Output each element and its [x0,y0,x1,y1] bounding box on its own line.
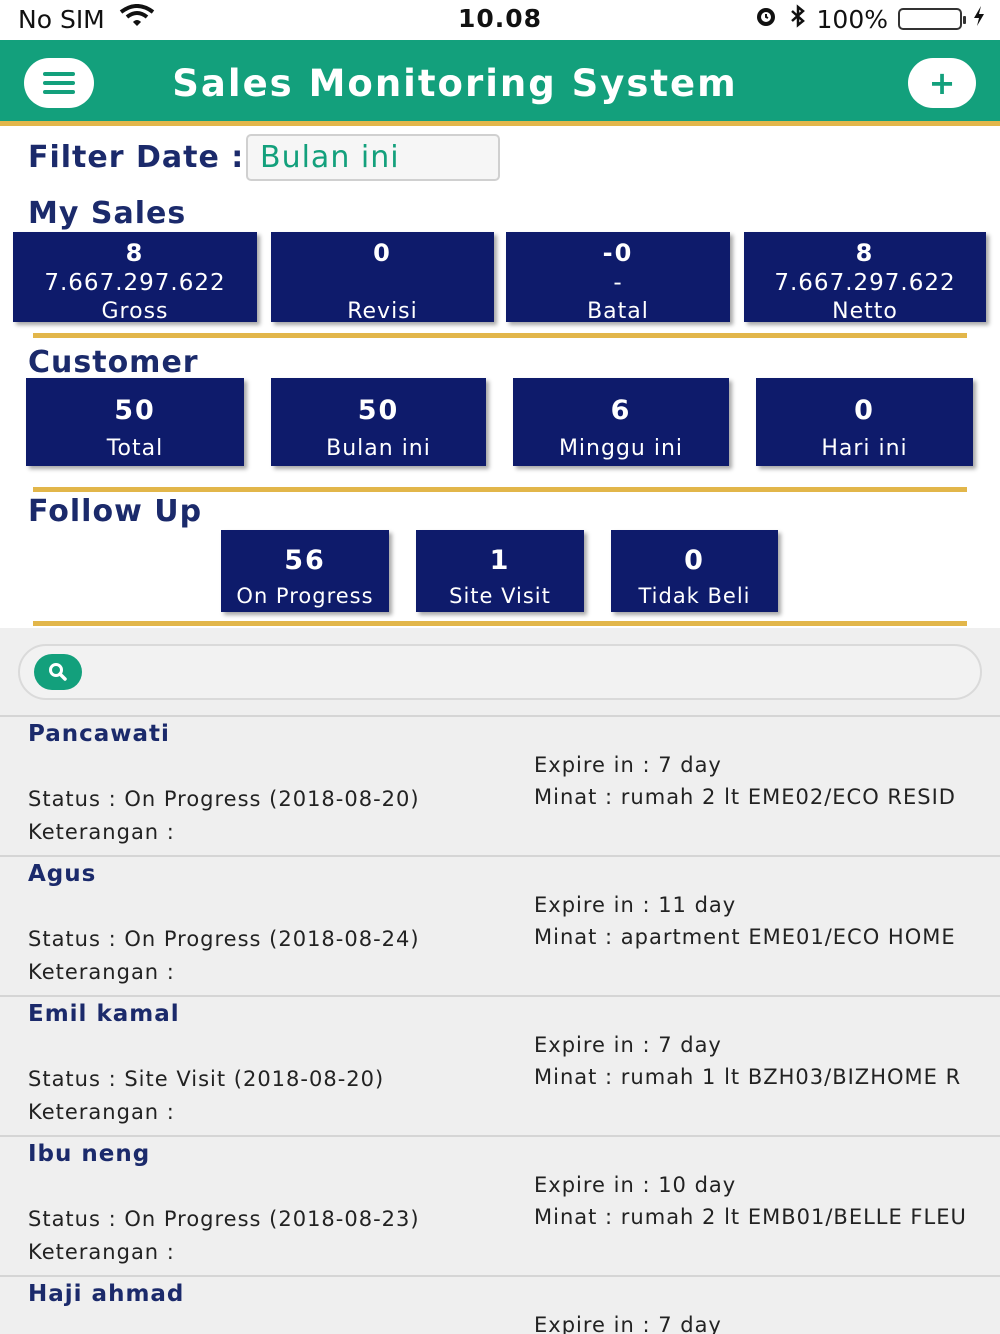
my-sales-title: My Sales [28,196,187,231]
tile-count: 6 [610,395,632,426]
app-title: Sales Monitoring System [172,62,738,105]
status-text: Status : On Progress (2018-08-23) [28,1207,420,1231]
status-text: Status : On Progress (2018-08-20) [28,787,420,811]
tile-label: Batal [587,299,649,324]
list-item[interactable]: Haji ahmad Expire in : 7 day [0,1275,1000,1334]
tile-amount [271,268,494,298]
app-header: Sales Monitoring System + [0,40,1000,126]
tile-label: On Progress [236,584,374,608]
battery-percent: 100% [816,4,888,34]
tile-count: 8 [125,239,145,267]
section-divider [33,333,967,338]
sales-tile-batal[interactable]: -0 - Batal [506,232,730,324]
plus-icon: + [928,64,956,102]
list-item[interactable]: Ibu neng Expire in : 10 day Status : On … [0,1135,1000,1275]
tile-label: Bulan ini [326,436,431,461]
tile-label: Gross [101,299,169,324]
tile-label: Minggu ini [558,436,684,461]
search-button[interactable] [34,654,82,690]
customer-title: Customer [28,345,199,380]
tile-count: 0 [854,395,875,426]
list-item[interactable]: Pancawati Expire in : 7 day Status : On … [0,715,1000,855]
follow-up-tile-tidak-beli[interactable]: 0 Tidak Beli [611,530,778,612]
customer-tile-hari-ini[interactable]: 0 Hari ini [756,378,973,466]
keterangan-text: Keterangan : [28,1100,175,1124]
tile-label: Revisi [347,299,418,324]
sales-tile-gross[interactable]: 8 7.667.297.622 Gross [13,232,257,324]
search-bar [18,644,982,700]
list-item[interactable]: Agus Expire in : 11 day Status : On Prog… [0,855,1000,995]
tile-label: Total [106,436,164,461]
expire-text: Expire in : 7 day [534,1033,722,1057]
tile-count: 56 [284,545,326,576]
tile-count: 50 [114,395,156,426]
tile-count: 50 [357,395,400,426]
minat-text: Minat : rumah 2 lt EMB01/BELLE FLEU [534,1205,967,1229]
expire-text: Expire in : 7 day [534,1313,722,1334]
tile-label: Site Visit [449,584,551,608]
customer-name: Emil kamal [28,1001,180,1027]
customer-tile-bulan-ini[interactable]: 50 Bulan ini [271,378,486,466]
section-divider [33,487,967,492]
filter-date-select[interactable]: Bulan ini [246,134,500,181]
customer-name: Pancawati [28,721,170,747]
minat-text: Minat : rumah 1 lt BZH03/BIZHOME R [534,1065,962,1089]
follow-up-tile-site-visit[interactable]: 1 Site Visit [416,530,584,612]
tile-count: 0 [373,239,392,267]
customer-name: Ibu neng [28,1141,151,1167]
customer-name: Agus [28,861,97,887]
sales-tile-revisi[interactable]: 0 Revisi [271,232,494,324]
keterangan-text: Keterangan : [28,1240,175,1264]
tile-count: 1 [489,545,511,576]
customer-tile-minggu-ini[interactable]: 6 Minggu ini [513,378,729,466]
tile-amount: 7.667.297.622 [44,270,226,296]
tile-label: Tidak Beli [638,584,751,608]
status-right: 100% [753,4,986,34]
tile-count: 8 [855,239,875,267]
minat-text: Minat : rumah 2 lt EME02/ECO RESID [534,785,956,809]
expire-text: Expire in : 10 day [534,1173,737,1197]
search-icon [49,663,67,681]
status-text: Status : Site Visit (2018-08-20) [28,1067,385,1091]
tile-label: Hari ini [821,436,908,461]
follow-up-title: Follow Up [28,494,203,529]
tile-count: -0 [602,239,634,267]
customer-list-area: Pancawati Expire in : 7 day Status : On … [0,628,1000,1334]
sales-tile-netto[interactable]: 8 7.667.297.622 Netto [744,232,986,324]
tile-amount: - [613,270,623,296]
expire-text: Expire in : 11 day [534,893,737,917]
add-button[interactable]: + [908,58,976,108]
list-item[interactable]: Emil kamal Expire in : 7 day Status : Si… [0,995,1000,1135]
tile-amount: 7.667.297.622 [774,270,956,296]
keterangan-text: Keterangan : [28,960,175,984]
status-bar: No SIM 10.08 100% [0,0,1000,40]
expire-text: Expire in : 7 day [534,753,722,777]
follow-up-tile-on-progress[interactable]: 56 On Progress [221,530,389,612]
filter-date-label: Filter Date : [28,140,245,175]
search-input[interactable] [96,650,966,694]
minat-text: Minat : apartment EME01/ECO HOME [534,925,956,949]
bluetooth-icon [789,4,807,34]
battery-icon [898,8,966,30]
charging-icon [972,4,986,34]
keterangan-text: Keterangan : [28,820,175,844]
tile-label: Netto [832,299,898,324]
customer-tile-total[interactable]: 50 Total [26,378,244,466]
customer-name: Haji ahmad [28,1281,185,1307]
alarm-icon [753,4,779,34]
status-text: Status : On Progress (2018-08-24) [28,927,420,951]
tile-count: 0 [684,545,705,576]
section-divider [33,621,967,626]
